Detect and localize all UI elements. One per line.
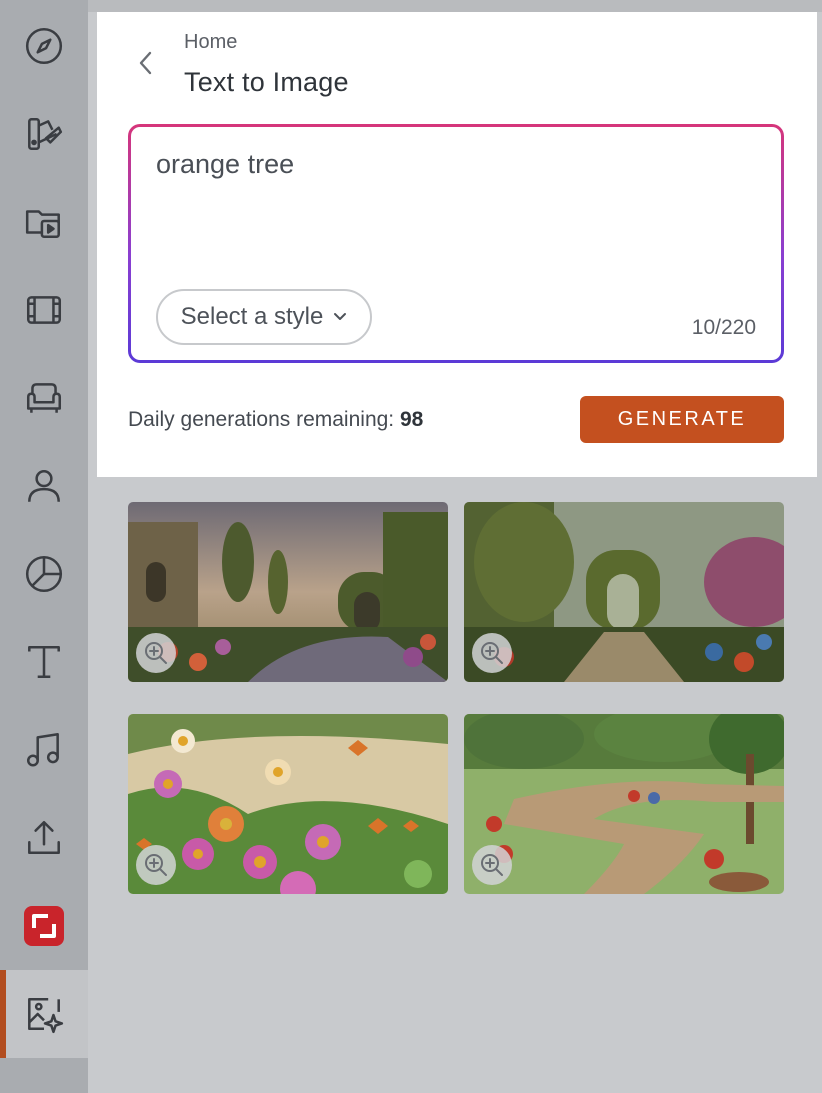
music-note-icon (26, 732, 59, 767)
sidebar-item-elements[interactable] (0, 354, 88, 442)
app-root: Home Text to Image orange tree Select a … (0, 0, 822, 1093)
zoom-in-icon (481, 642, 503, 664)
sidebar-item-text-to-image[interactable] (0, 970, 88, 1058)
gallery-image-1[interactable] (128, 502, 448, 682)
daisies-butterflies-image (128, 714, 448, 894)
video-folder-icon (25, 210, 60, 238)
zoom-button[interactable] (136, 845, 176, 885)
prompt-text[interactable]: orange tree (156, 149, 294, 180)
sidebar-item-upload[interactable] (0, 794, 88, 882)
sidebar-item-discover[interactable] (0, 2, 88, 90)
garden-archway-image (128, 502, 448, 682)
upload-icon (28, 820, 60, 854)
gallery-image-3[interactable] (128, 714, 448, 894)
sidebar-item-text[interactable] (0, 618, 88, 706)
pie-chart-icon (25, 555, 63, 593)
garden-stone-arch-image (464, 502, 784, 682)
back-button[interactable] (131, 48, 161, 78)
breadcrumb-home[interactable]: Home (184, 31, 237, 54)
sidebar-item-projects[interactable] (0, 178, 88, 266)
compass-icon (25, 27, 63, 65)
gallery-image-2[interactable] (464, 502, 784, 682)
remaining-label: Daily generations remaining: (128, 408, 395, 431)
chevron-left-icon (139, 51, 152, 75)
gallery-image-4[interactable] (464, 714, 784, 894)
remaining-count: 98 (399, 408, 424, 431)
chevron-down-icon (334, 313, 347, 320)
generations-remaining: Daily generations remaining: 98 (128, 408, 423, 432)
zoom-in-icon (481, 854, 503, 876)
page-title: Text to Image (184, 67, 349, 97)
text-to-image-panel: Home Text to Image orange tree Select a … (97, 12, 817, 477)
prompt-input[interactable]: orange tree Select a style 10/220 (131, 127, 781, 360)
sidebar-item-charts[interactable] (0, 530, 88, 618)
sidebar-item-brand[interactable] (0, 882, 88, 970)
brand-logo-icon (24, 906, 64, 946)
text-icon (28, 646, 60, 678)
palette-brush-icon (28, 118, 63, 150)
zoom-button[interactable] (472, 633, 512, 673)
prompt-box: orange tree Select a style 10/220 (128, 124, 784, 363)
top-strip (88, 0, 822, 12)
sidebar-item-characters[interactable] (0, 442, 88, 530)
style-select[interactable]: Select a style (156, 289, 372, 345)
park-brick-path-image (464, 714, 784, 894)
sidebar-item-design[interactable] (0, 90, 88, 178)
person-icon (28, 470, 60, 502)
ai-image-icon (28, 998, 64, 1034)
generate-button[interactable]: GENERATE (580, 396, 784, 443)
sidebar-item-video[interactable] (0, 266, 88, 354)
zoom-in-icon (145, 642, 167, 664)
armchair-icon (26, 383, 62, 413)
zoom-button[interactable] (136, 633, 176, 673)
sidebar (0, 0, 88, 1093)
sidebar-item-music[interactable] (0, 706, 88, 794)
char-count: 10/220 (691, 316, 756, 339)
zoom-in-icon (145, 854, 167, 876)
film-icon (26, 296, 62, 324)
zoom-button[interactable] (472, 845, 512, 885)
style-select-label: Select a style (180, 303, 324, 330)
